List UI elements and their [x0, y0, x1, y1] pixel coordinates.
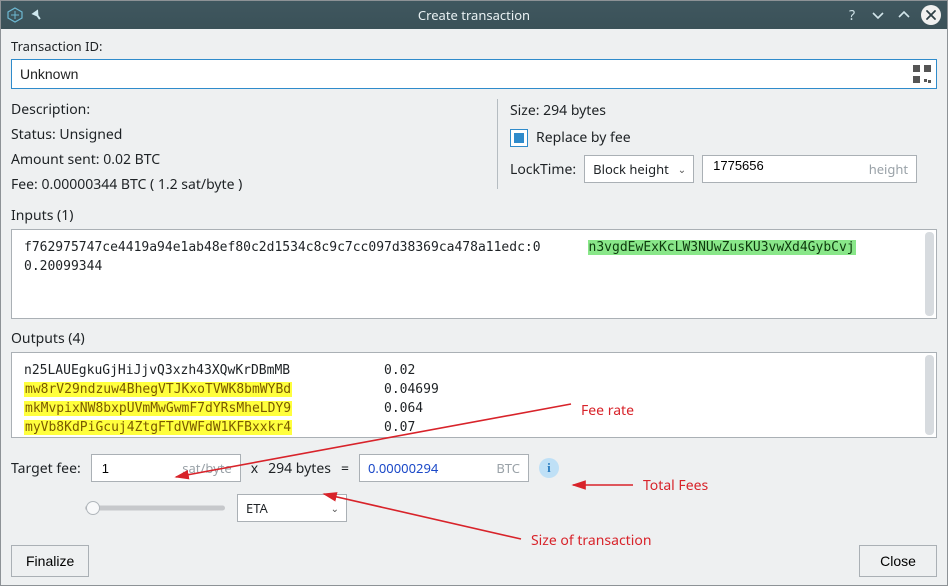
- app-icon: [7, 7, 23, 23]
- total-fee-value: 0.00000294: [368, 459, 438, 477]
- output-addr: myVb8KdPiGcuj4ZtgFTdVWFdW1KFBxxkr4: [24, 420, 292, 435]
- locktime-label: LockTime:: [510, 160, 576, 179]
- replace-by-fee-checkbox[interactable]: [510, 129, 528, 147]
- output-row: n25LAUEgkuGjHiJjvQ3xzh43XQwKrDBmMB 0.02: [24, 361, 924, 380]
- inputs-label: Inputs (1): [11, 206, 937, 225]
- output-val: 0.04699: [384, 380, 439, 399]
- content: Transaction ID: Description: Status: Uns…: [1, 29, 947, 585]
- minimize-icon[interactable]: [869, 6, 887, 24]
- fee-mode-select[interactable]: ETA ⌄: [237, 494, 347, 522]
- locktime-unit: height: [869, 156, 908, 182]
- close-icon[interactable]: [921, 5, 941, 25]
- output-row: myVb8KdPiGcuj4ZtgFTdVWFdW1KFBxxkr4 0.07: [24, 418, 924, 437]
- amount-sent-text: Amount sent: 0.02 BTC: [11, 149, 483, 171]
- output-row: mkMvpixNW8bxpUVmMwGwmF7dYRsMheLDY9 0.064: [24, 399, 924, 418]
- fee-slider[interactable]: [85, 498, 225, 518]
- annotation-size-tx: Size of transaction: [531, 531, 651, 550]
- output-addr: mkMvpixNW8bxpUVmMwGwmF7dYRsMheLDY9: [24, 401, 292, 416]
- title-bar: Create transaction ?: [1, 1, 947, 29]
- info-icon[interactable]: i: [539, 458, 559, 478]
- equals-label: =: [341, 459, 349, 478]
- pin-icon[interactable]: [29, 7, 45, 23]
- fee-rate-input[interactable]: [100, 460, 170, 477]
- status-text: Status: Unsigned: [11, 124, 483, 146]
- output-row: mw8rV29ndzuw4BhegVTJKxoTVWK8bmWYBd 0.046…: [24, 380, 924, 399]
- input-amount: 0.20099344: [24, 257, 924, 276]
- locktime-height-input[interactable]: [711, 157, 851, 174]
- annotation-total-fees: Total Fees: [643, 476, 708, 495]
- annotation-fee-rate: Fee rate: [581, 401, 634, 420]
- outputs-box[interactable]: n25LAUEgkuGjHiJjvQ3xzh43XQwKrDBmMB 0.02 …: [11, 352, 937, 438]
- replace-by-fee-label: Replace by fee: [536, 128, 631, 147]
- description-label: Description:: [11, 99, 483, 121]
- window-title: Create transaction: [418, 6, 530, 24]
- btc-unit: BTC: [496, 459, 520, 477]
- output-val: 0.07: [384, 418, 415, 437]
- output-addr: mw8rV29ndzuw4BhegVTJKxoTVWK8bmWYBd: [24, 382, 292, 397]
- maximize-icon[interactable]: [895, 6, 913, 24]
- output-addr: n25LAUEgkuGjHiJjvQ3xzh43XQwKrDBmMB: [24, 363, 290, 378]
- inputs-scrollbar[interactable]: [925, 232, 934, 316]
- input-txref: f762975747ce4419a94e1ab48ef80c2d1534c8c9…: [24, 240, 541, 255]
- fee-rate-unit: sat/byte: [182, 459, 231, 477]
- fee-mode-value: ETA: [246, 499, 268, 517]
- total-fee-display-wrap: 0.00000294 BTC: [359, 454, 529, 482]
- times-label: x: [251, 459, 258, 478]
- target-fee-label: Target fee:: [11, 459, 81, 478]
- qr-icon[interactable]: [913, 65, 931, 83]
- chevron-down-icon: ⌄: [678, 162, 686, 176]
- app-window: Create transaction ? Transaction ID: Des…: [0, 0, 948, 586]
- inputs-box[interactable]: f762975747ce4419a94e1ab48ef80c2d1534c8c9…: [11, 229, 937, 319]
- size-bytes-label: 294 bytes: [268, 459, 331, 478]
- output-val: 0.064: [384, 399, 423, 418]
- locktime-height-input-wrap: height: [702, 155, 917, 183]
- locktime-type-select[interactable]: Block height ⌄: [584, 155, 694, 183]
- fee-rate-input-wrap: sat/byte: [91, 454, 241, 482]
- outputs-label: Outputs (4): [11, 329, 937, 348]
- input-address: n3vgdEwExKcLW3NUwZusKU3vwXd4GybCvj: [588, 240, 856, 255]
- transaction-id-input[interactable]: [11, 59, 937, 89]
- locktime-type-value: Block height: [593, 160, 669, 178]
- close-button[interactable]: Close: [859, 545, 937, 577]
- chevron-down-icon: ⌄: [331, 501, 339, 515]
- help-icon[interactable]: ?: [843, 6, 861, 24]
- outputs-scrollbar[interactable]: [925, 355, 934, 435]
- finalize-button[interactable]: Finalize: [11, 545, 89, 577]
- size-text: Size: 294 bytes: [510, 101, 937, 120]
- transaction-id-label: Transaction ID:: [11, 37, 937, 55]
- fee-text: Fee: 0.00000344 BTC ( 1.2 sat/byte ): [11, 174, 483, 196]
- output-val: 0.02: [384, 361, 415, 380]
